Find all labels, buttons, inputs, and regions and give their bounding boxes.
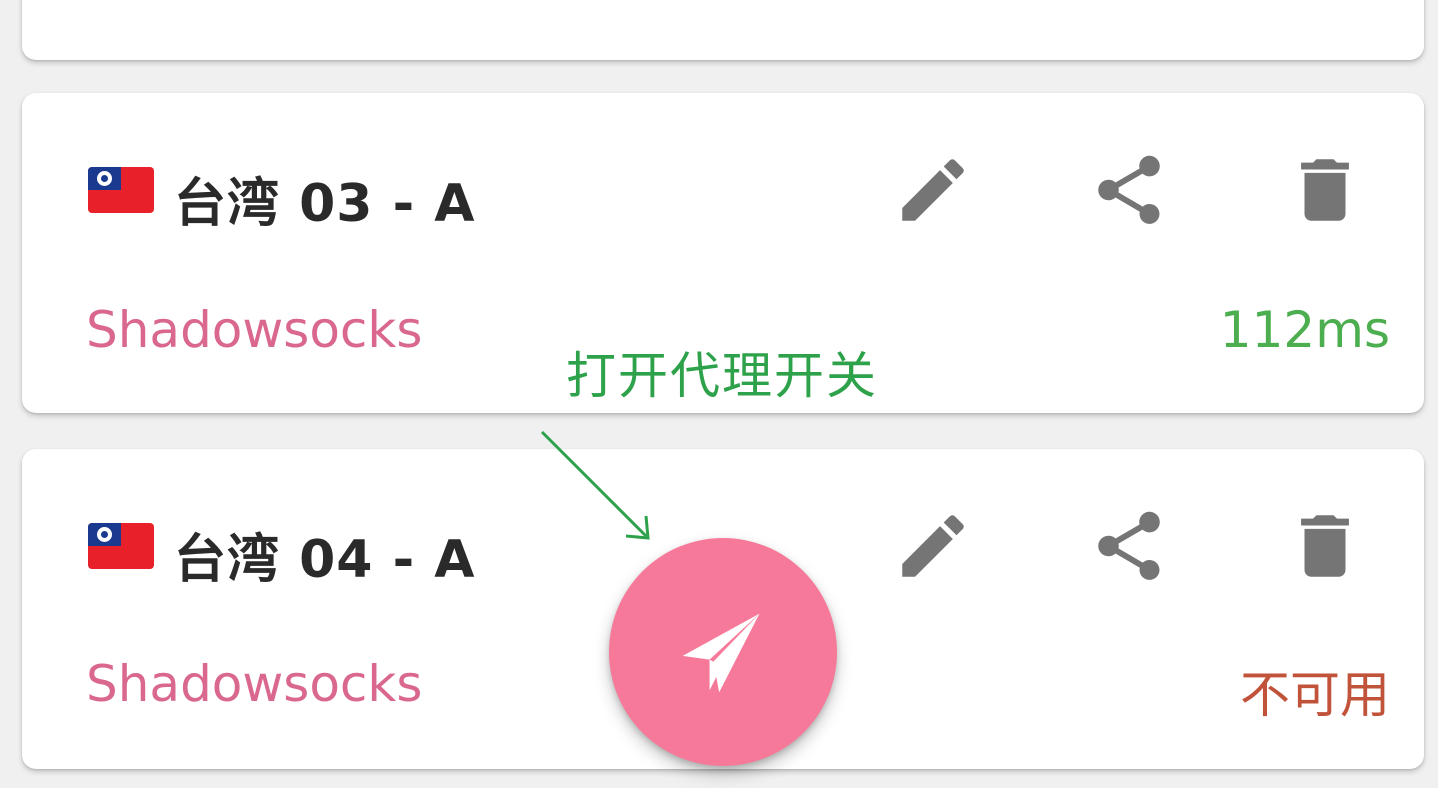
server-list-screen: 台湾 03 - A Shadowsocks 112ms 台湾 04 - A Sh… [0,0,1438,788]
share-icon [1098,155,1160,224]
trash-icon [1301,159,1349,221]
latency-label: 112ms [1219,301,1390,359]
delete-button[interactable] [1280,145,1370,235]
paper-plane-icon [682,613,760,693]
protocol-label: Shadowsocks [86,655,423,713]
latency-label: 不可用 [1240,666,1390,724]
server-card-previous[interactable] [22,0,1424,60]
pencil-icon [902,159,964,221]
edit-button[interactable] [888,501,978,591]
taiwan-flag-icon [88,167,154,213]
annotation-label: 打开代理开关 [566,347,878,405]
delete-button[interactable] [1280,501,1370,591]
taiwan-flag-icon [88,523,154,569]
share-icon [1098,511,1160,580]
annotation-arrow [540,430,650,540]
share-button[interactable] [1084,145,1174,235]
connect-fab-button[interactable] [609,538,837,766]
pencil-icon [902,515,964,577]
edit-button[interactable] [888,145,978,235]
share-button[interactable] [1084,501,1174,591]
server-name: 台湾 03 - A [174,174,476,234]
server-name: 台湾 04 - A [174,530,476,590]
protocol-label: Shadowsocks [86,301,423,359]
trash-icon [1301,515,1349,577]
